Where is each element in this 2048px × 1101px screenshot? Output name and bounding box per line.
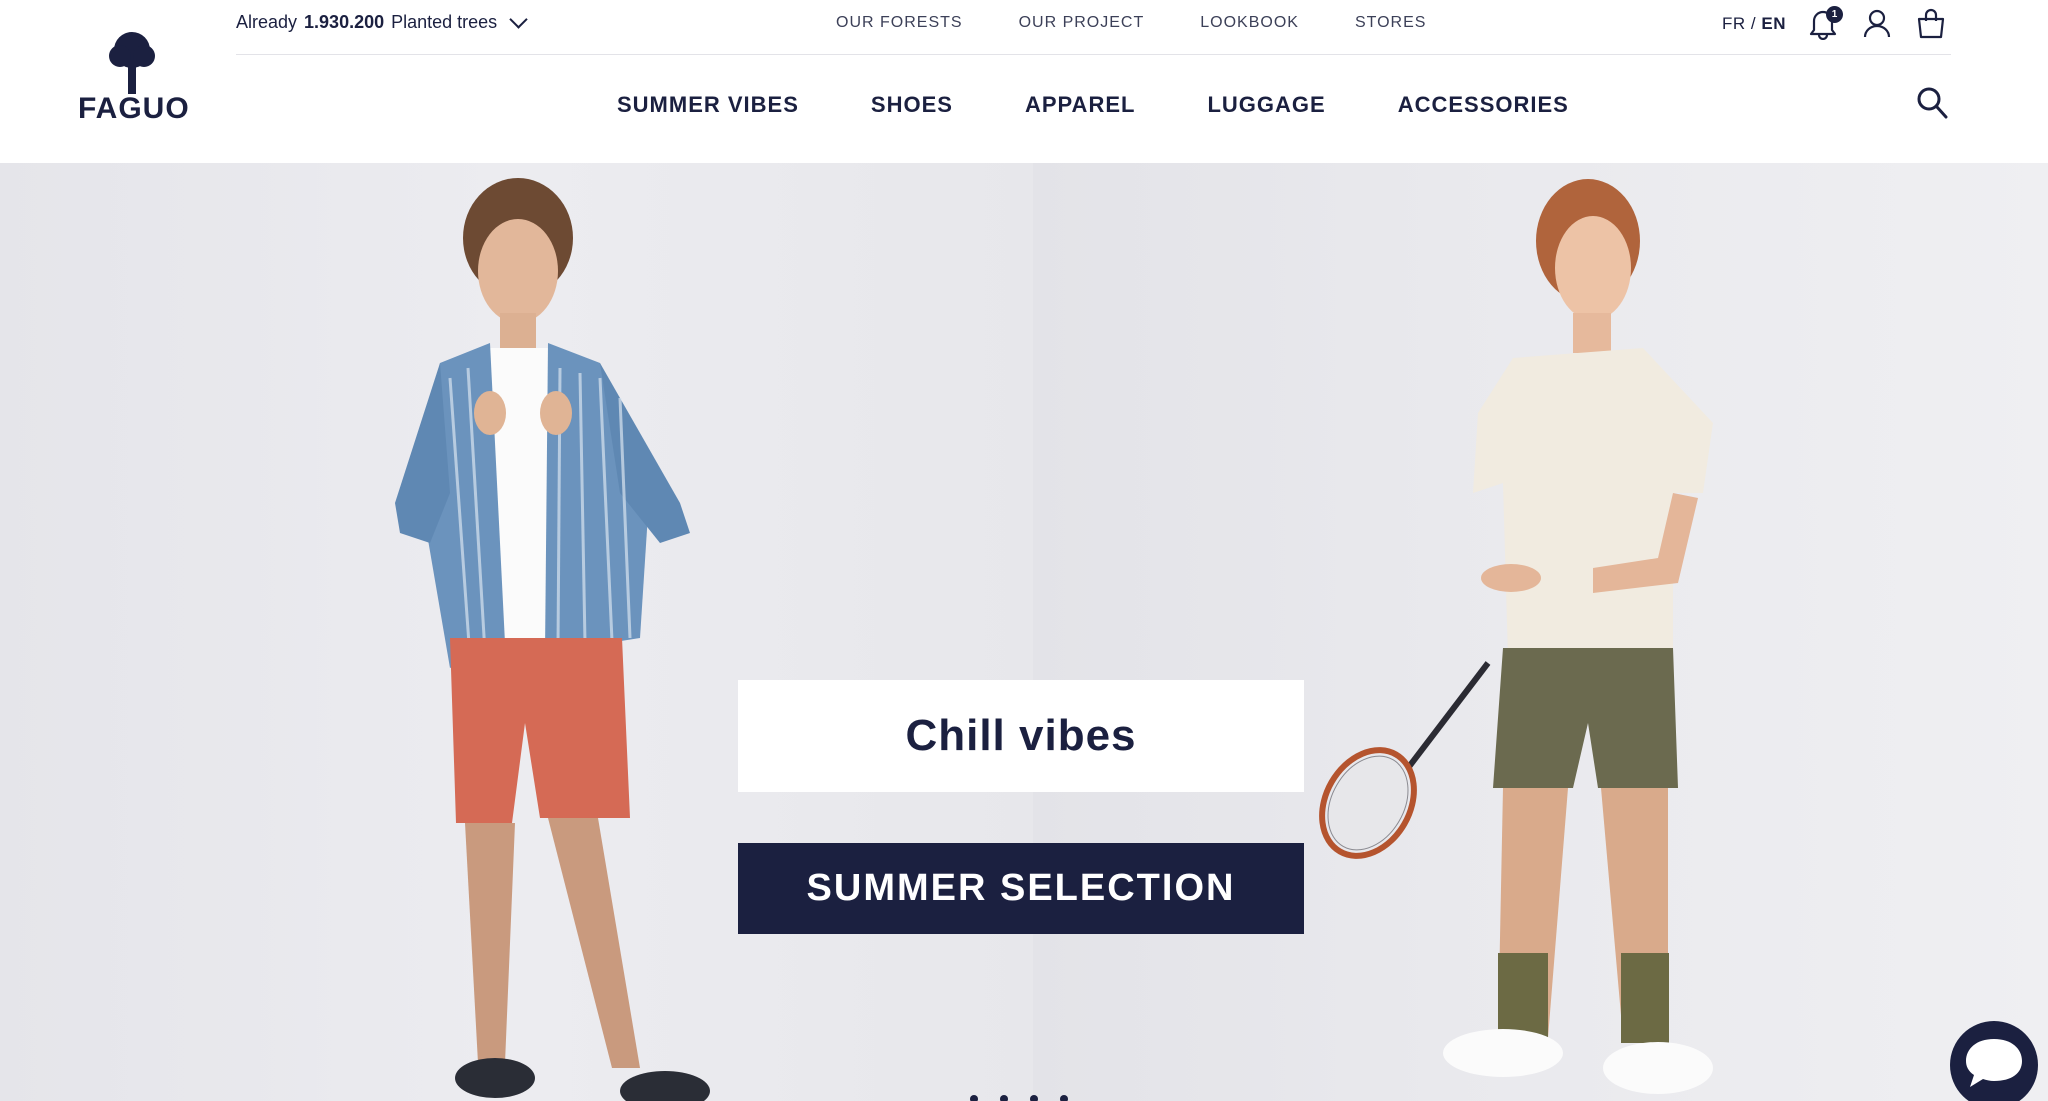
site-header: FAGUO Already 1.930.200 Planted trees OU…: [0, 0, 2048, 163]
carousel-dots: [970, 1095, 1068, 1101]
shopping-bag-icon: [1917, 8, 1945, 39]
chat-button[interactable]: [1950, 1021, 2038, 1101]
user-icon: [1863, 9, 1891, 38]
search-button[interactable]: [1916, 86, 1948, 120]
carousel-dot[interactable]: [1030, 1095, 1038, 1101]
link-lookbook[interactable]: LOOKBOOK: [1200, 14, 1299, 32]
chevron-down-icon: [509, 10, 528, 29]
hero-image-left: [0, 163, 1033, 1101]
utility-links: OUR FORESTS OUR PROJECT LOOKBOOK STORES: [836, 14, 1482, 32]
summer-selection-button[interactable]: SUMMER SELECTION: [738, 843, 1304, 934]
main-navigation: SUMMER VIBES SHOES APPAREL LUGGAGE ACCES…: [617, 92, 1641, 118]
trees-count: 1.930.200: [304, 12, 385, 32]
search-icon: [1917, 87, 1948, 119]
nav-accessories[interactable]: ACCESSORIES: [1398, 92, 1569, 118]
brand-name: FAGUO: [78, 92, 190, 125]
account-button[interactable]: [1862, 6, 1892, 40]
nav-summer-vibes[interactable]: SUMMER VIBES: [617, 92, 799, 118]
hero-image-right: [1033, 163, 2048, 1101]
link-stores[interactable]: STORES: [1355, 14, 1427, 32]
link-our-project[interactable]: OUR PROJECT: [1019, 14, 1145, 32]
utility-bar: Already 1.930.200 Planted trees OUR FORE…: [236, 0, 1951, 55]
hero-banner: Chill vibes SUMMER SELECTION: [0, 163, 2048, 1101]
trees-prefix: Already: [236, 12, 298, 32]
nav-shoes[interactable]: SHOES: [871, 92, 953, 118]
model-striped-shirt-image: [395, 178, 710, 1101]
notification-badge: 1: [1826, 6, 1843, 23]
nav-apparel[interactable]: APPAREL: [1025, 92, 1136, 118]
notifications-button[interactable]: 1: [1808, 6, 1843, 41]
lang-fr[interactable]: FR: [1722, 14, 1746, 33]
planted-trees-counter[interactable]: Already 1.930.200 Planted trees: [236, 10, 528, 33]
language-switcher: FR / EN: [1722, 14, 1786, 34]
tree-logo-icon: [109, 32, 155, 94]
trees-suffix: Planted trees: [391, 12, 498, 32]
lang-separator: /: [1750, 14, 1757, 33]
cart-button[interactable]: [1916, 6, 1946, 40]
carousel-dot[interactable]: [1000, 1095, 1008, 1101]
chat-icon: [1966, 1039, 2022, 1087]
link-our-forests[interactable]: OUR FORESTS: [836, 14, 963, 32]
brand-logo[interactable]: FAGUO: [78, 30, 190, 126]
model-badminton-image: [1319, 179, 1713, 1094]
hero-title: Chill vibes: [738, 680, 1304, 792]
carousel-dot[interactable]: [970, 1095, 978, 1101]
carousel-dot[interactable]: [1060, 1095, 1068, 1101]
account-icons: 1: [1808, 6, 1946, 41]
lang-en[interactable]: EN: [1761, 14, 1786, 33]
nav-luggage[interactable]: LUGGAGE: [1207, 92, 1325, 118]
